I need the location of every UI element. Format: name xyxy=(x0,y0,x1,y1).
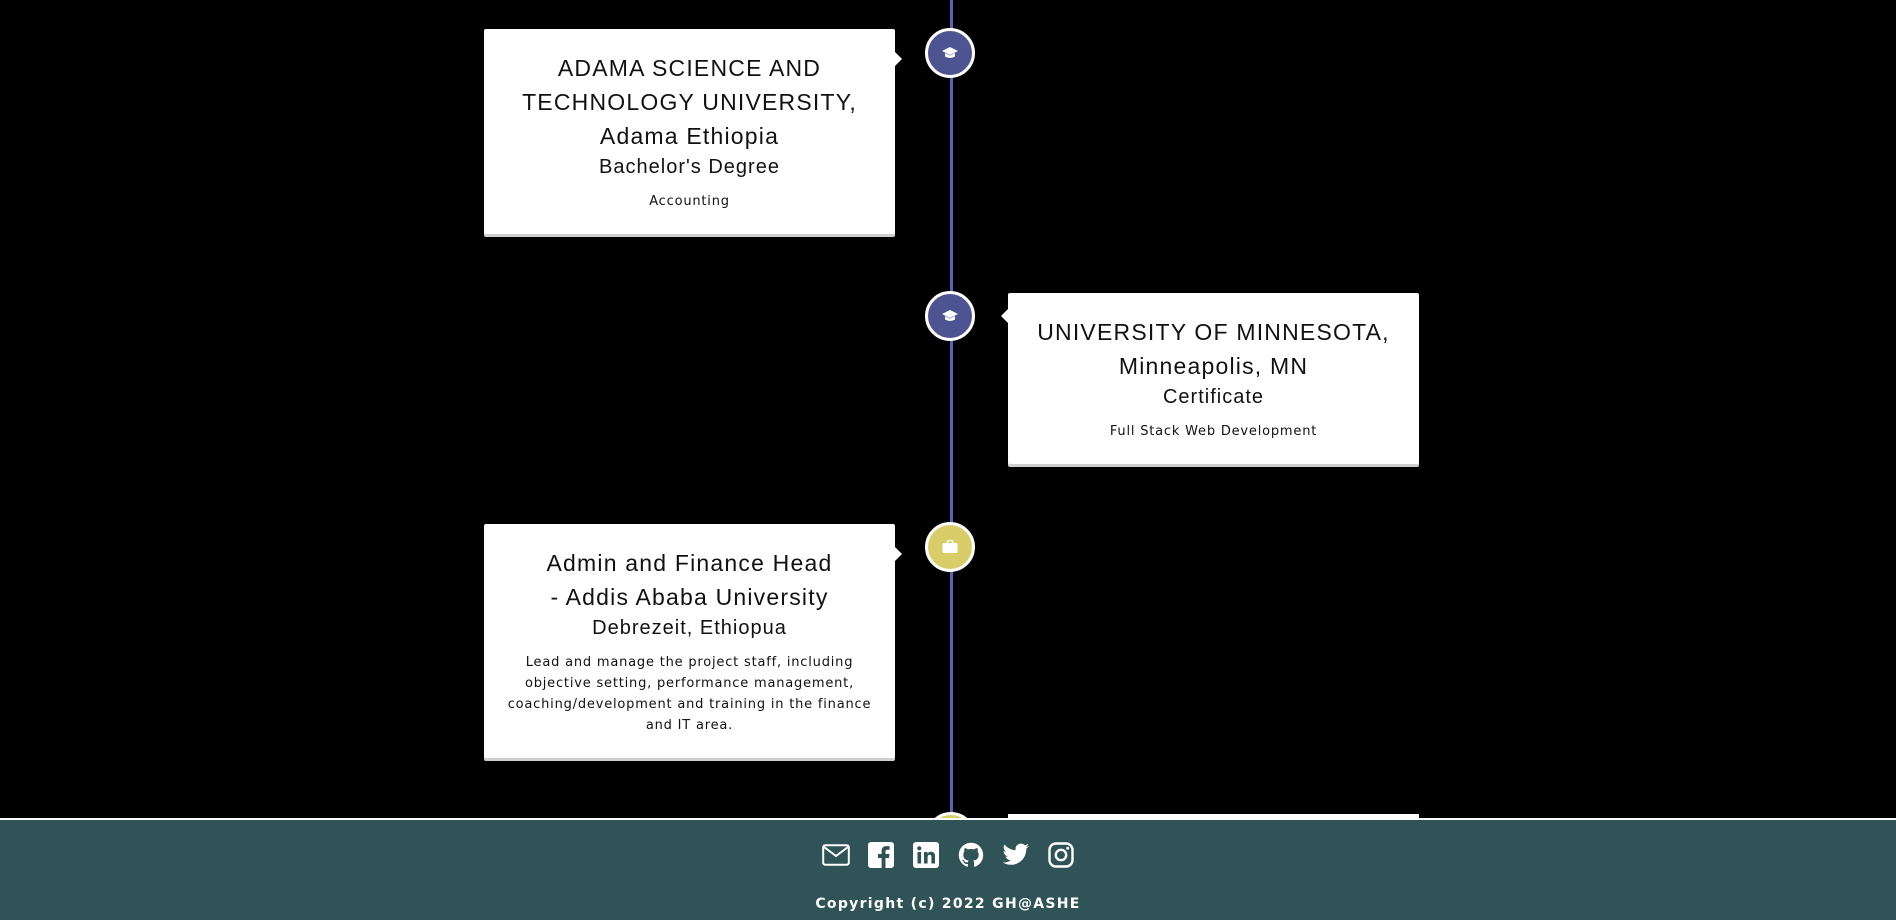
facebook-icon[interactable] xyxy=(866,840,895,869)
timeline-marker-education xyxy=(925,291,975,341)
mail-icon[interactable] xyxy=(821,840,850,869)
timeline-line xyxy=(950,0,953,820)
card-subtitle: Certificate xyxy=(1162,386,1265,408)
copyright-text: Copyright (c) 2022 GH@ASHE xyxy=(815,896,1081,912)
instagram-icon[interactable] xyxy=(1046,840,1075,869)
card-subtitle: Bachelor's Degree xyxy=(599,156,780,178)
timeline-marker-education xyxy=(925,28,975,78)
social-links xyxy=(0,840,1896,869)
card-title: ADAMA SCIENCE AND TECHNOLOGY UNIVERSITY,… xyxy=(522,55,857,149)
card-description: Full Stack Web Development xyxy=(1109,424,1318,439)
card-title: UNIVERSITY OF MINNESOTA, Minneapolis, MN xyxy=(1037,319,1390,379)
footer: Copyright (c) 2022 GH@ASHE xyxy=(0,818,1896,920)
graduation-cap-icon xyxy=(942,309,958,323)
timeline-marker-work xyxy=(925,522,975,572)
timeline-card-work-1: Admin and Finance Head - Addis Ababa Uni… xyxy=(484,524,902,758)
timeline-card-education-1: ADAMA SCIENCE AND TECHNOLOGY UNIVERSITY,… xyxy=(484,29,902,234)
linkedin-icon[interactable] xyxy=(911,840,940,869)
github-icon[interactable] xyxy=(956,840,985,869)
twitter-icon[interactable] xyxy=(1001,840,1030,869)
timeline-page: ADAMA SCIENCE AND TECHNOLOGY UNIVERSITY,… xyxy=(0,0,1896,920)
card-title: Admin and Finance Head - Addis Ababa Uni… xyxy=(546,550,833,610)
graduation-cap-icon xyxy=(942,46,958,60)
card-description: Lead and manage the project staff, inclu… xyxy=(507,655,872,733)
briefcase-icon xyxy=(942,540,958,554)
card-subtitle: Debrezeit, Ethiopua xyxy=(592,617,787,639)
card-description: Accounting xyxy=(649,194,730,209)
timeline-card-education-2: UNIVERSITY OF MINNESOTA, Minneapolis, MN… xyxy=(1001,293,1419,464)
